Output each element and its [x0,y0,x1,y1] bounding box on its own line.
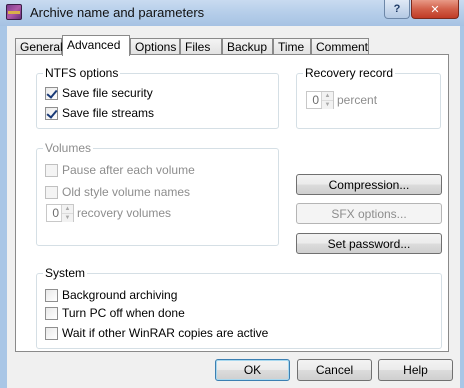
background-archiving-option[interactable]: Background archiving [45,288,177,302]
pause-after-volume-label: Pause after each volume [62,163,195,177]
close-button[interactable]: ✕ [411,0,459,19]
wait-other-copies-label: Wait if other WinRAR copies are active [62,326,269,340]
save-file-streams-checkbox[interactable] [45,106,58,120]
recovery-record-group: Recovery record 0 ▲ ▼ percent [296,66,441,129]
compression-button[interactable]: Compression... [296,174,442,195]
set-password-button[interactable]: Set password... [296,233,442,254]
tab-comment[interactable]: Comment [311,38,369,55]
save-file-streams-label: Save file streams [62,106,155,120]
background-archiving-label: Background archiving [62,288,178,302]
tab-general[interactable]: General [15,38,63,55]
tab-options[interactable]: Options [130,38,180,55]
old-style-names-label: Old style volume names [62,185,191,199]
recovery-volumes-label: recovery volumes [77,206,172,220]
recovery-record-row: 0 ▲ ▼ percent [306,91,377,109]
ntfs-options-group: NTFS options Save file security Save fil… [36,66,279,129]
recovery-percent-value[interactable]: 0 [307,92,321,108]
save-file-security-label: Save file security [62,86,153,100]
help-button[interactable]: Help [378,359,453,381]
title-bar[interactable]: Archive name and parameters ? ✕ [0,0,464,26]
spin-up-icon[interactable]: ▲ [62,205,73,214]
volumes-group: Volumes Pause after each volume Old styl… [36,141,279,246]
cancel-button[interactable]: Cancel [297,359,372,381]
recovery-volumes-row: 0 ▲ ▼ recovery volumes [46,204,171,222]
turn-pc-off-checkbox[interactable] [45,306,58,320]
sfx-options-button[interactable]: SFX options... [296,203,442,224]
question-icon: ? [393,3,401,15]
tab-time[interactable]: Time [273,38,311,55]
system-group: System Background archiving Turn PC off … [36,266,442,349]
close-icon: ✕ [430,3,440,16]
system-title: System [43,266,88,280]
recovery-volumes-spinner[interactable]: 0 ▲ ▼ [46,204,74,222]
old-style-names-checkbox[interactable] [45,185,58,199]
wait-other-copies-option[interactable]: Wait if other WinRAR copies are active [45,326,268,340]
pause-after-volume-checkbox[interactable] [45,163,58,177]
window-title: Archive name and parameters [30,5,205,20]
spin-down-icon[interactable]: ▼ [322,101,333,109]
old-style-names-option[interactable]: Old style volume names [45,185,190,199]
turn-pc-off-option[interactable]: Turn PC off when done [45,306,185,320]
volumes-title: Volumes [43,141,94,155]
recovery-volumes-value[interactable]: 0 [47,205,61,221]
tab-backup[interactable]: Backup [222,38,273,55]
turn-pc-off-label: Turn PC off when done [62,306,185,320]
winrar-icon [6,4,22,20]
background-archiving-checkbox[interactable] [45,288,58,302]
recovery-percent-unit: percent [337,93,378,107]
recovery-percent-spinner[interactable]: 0 ▲ ▼ [306,91,334,109]
advanced-panel: NTFS options Save file security Save fil… [15,54,449,352]
wait-other-copies-checkbox[interactable] [45,326,58,340]
ok-button[interactable]: OK [215,359,290,381]
dialog-client: General Advanced Options Files Backup Ti… [7,26,460,388]
recovery-record-title: Recovery record [303,66,396,80]
save-file-security-checkbox[interactable] [45,86,58,100]
spin-down-icon[interactable]: ▼ [62,214,73,222]
help-title-button[interactable]: ? [384,0,410,19]
save-file-streams-option[interactable]: Save file streams [45,106,154,120]
spin-up-icon[interactable]: ▲ [322,92,333,101]
save-file-security-option[interactable]: Save file security [45,86,153,100]
tab-advanced[interactable]: Advanced [62,35,130,56]
ntfs-options-title: NTFS options [43,66,121,80]
tab-files[interactable]: Files [180,38,222,55]
pause-after-volume-option[interactable]: Pause after each volume [45,163,195,177]
